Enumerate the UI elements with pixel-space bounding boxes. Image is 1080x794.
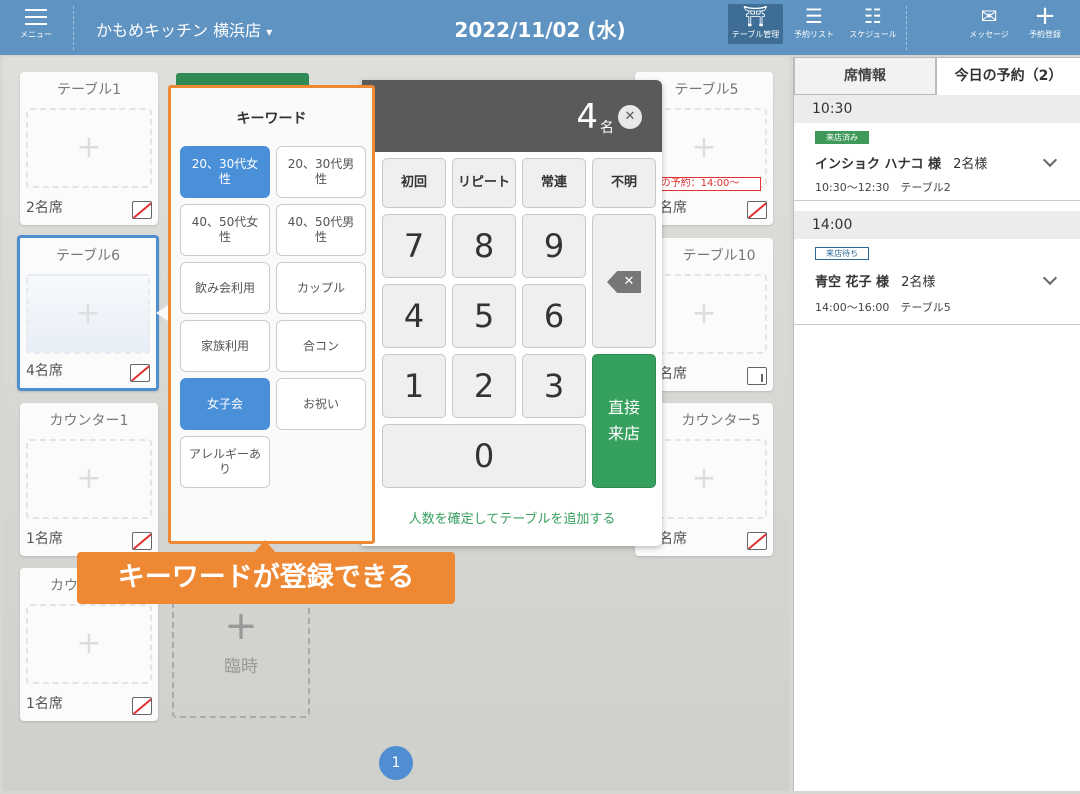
tab-today-reservations[interactable]: 今日の予約（2） xyxy=(936,57,1080,95)
message-button[interactable]: ✉ メッセージ xyxy=(962,4,1016,44)
caret-down-icon: ▾ xyxy=(266,25,273,39)
close-icon[interactable]: ✕ xyxy=(618,105,642,129)
reservation-item[interactable]: 来店済み インショク ハナコ 様 2名様 10:30～12:30 テーブル2 xyxy=(794,123,1080,201)
guest-name: インショク ハナコ 様 2名様 xyxy=(815,157,988,172)
backspace-icon: ✕ xyxy=(607,271,641,293)
no-smoking-icon xyxy=(132,532,152,550)
popover-pointer xyxy=(156,305,168,321)
keyword-chip[interactable]: 家族利用 xyxy=(180,320,270,372)
add-icon[interactable]: + xyxy=(26,274,150,354)
digit-2[interactable]: 2 xyxy=(452,354,516,418)
no-smoking-icon xyxy=(747,201,767,219)
keyword-chip[interactable]: 20、30代男性 xyxy=(276,146,366,198)
sidebar-tabs: 席情報 今日の予約（2） xyxy=(794,57,1080,95)
keyword-chip[interactable]: 女子会 xyxy=(180,378,270,430)
digit-8[interactable]: 8 xyxy=(452,214,516,278)
plus-icon: + xyxy=(1034,1,1056,31)
hamburger-icon xyxy=(25,9,47,25)
add-icon[interactable]: + xyxy=(26,439,152,519)
backspace-button[interactable]: ✕ xyxy=(592,214,656,348)
time-slot-header: 14:00 xyxy=(794,211,1080,239)
feature-callout: キーワードが登録できる xyxy=(77,552,455,604)
category-first-visit[interactable]: 初回 xyxy=(382,158,446,208)
keyword-chip[interactable]: お祝い xyxy=(276,378,366,430)
keyword-chip[interactable]: 飲み会利用 xyxy=(180,262,270,314)
digit-7[interactable]: 7 xyxy=(382,214,446,278)
status-badge: 来店待ち xyxy=(815,247,869,260)
guest-count-numpad: 4 名 ✕ 初回 リピート 常連 不明 7 8 9 ✕ 4 5 6 1 2 3 … xyxy=(362,80,662,546)
digit-4[interactable]: 4 xyxy=(382,284,446,348)
category-unknown[interactable]: 不明 xyxy=(592,158,656,208)
reservation-item[interactable]: 来店待ち 青空 花子 様 2名様 14:00～16:00 テーブル5 xyxy=(794,239,1080,325)
status-badge: 来店済み xyxy=(815,131,869,144)
table-card[interactable]: カウンター1 + 1名席 xyxy=(20,403,158,556)
menu-button[interactable]: メニュー xyxy=(14,9,58,40)
add-icon[interactable]: + xyxy=(26,108,152,188)
divider xyxy=(73,6,74,50)
chevron-down-icon[interactable] xyxy=(1042,152,1058,168)
category-regular[interactable]: 常連 xyxy=(522,158,586,208)
keyword-chip[interactable]: 40、50代女性 xyxy=(180,204,270,256)
top-bar: メニュー かもめキッチン 横浜店 ▾ 2022/11/02 (水) ⛩ テーブル… xyxy=(0,0,1080,55)
digit-6[interactable]: 6 xyxy=(522,284,586,348)
add-icon[interactable]: + xyxy=(26,604,152,684)
table-icon: ⛩ xyxy=(742,4,769,28)
store-selector[interactable]: かもめキッチン 横浜店 ▾ xyxy=(96,17,272,41)
menu-label: メニュー xyxy=(20,30,52,39)
store-name: かもめキッチン 横浜店 xyxy=(96,21,262,40)
divider xyxy=(906,6,907,50)
chevron-down-icon[interactable] xyxy=(1042,270,1058,286)
keyword-panel: キーワード 20、30代女性 20、30代男性 40、50代女性 40、50代男… xyxy=(168,85,375,544)
digit-5[interactable]: 5 xyxy=(452,284,516,348)
smoking-icon xyxy=(747,367,767,385)
no-smoking-icon xyxy=(747,532,767,550)
tab-seat-info[interactable]: 席情報 xyxy=(794,57,936,95)
page-indicator[interactable]: 1 xyxy=(379,746,413,780)
schedule-button[interactable]: ☷ スケジュール xyxy=(844,4,902,44)
no-smoking-icon xyxy=(132,697,152,715)
table-manage-button[interactable]: ⛩ テーブル管理 xyxy=(728,4,783,44)
reservation-time: 10:30～12:30 テーブル2 xyxy=(815,181,951,194)
list-icon: ☰ xyxy=(805,4,823,28)
plus-icon: + xyxy=(224,603,258,649)
guest-count-unit: 名 xyxy=(600,120,614,136)
no-smoking-icon xyxy=(130,364,150,382)
digit-1[interactable]: 1 xyxy=(382,354,446,418)
schedule-icon: ☷ xyxy=(864,4,882,28)
confirm-count-link[interactable]: 人数を確定してテーブルを追加する xyxy=(362,508,662,527)
digit-9[interactable]: 9 xyxy=(522,214,586,278)
category-repeat[interactable]: リピート xyxy=(452,158,516,208)
keyword-chip[interactable]: 40、50代男性 xyxy=(276,204,366,256)
reservation-list-button[interactable]: ☰ 予約リスト xyxy=(789,4,839,44)
mail-icon: ✉ xyxy=(980,4,998,28)
keyword-chip[interactable]: アレルギーあり xyxy=(180,436,270,488)
digit-3[interactable]: 3 xyxy=(522,354,586,418)
direct-walk-in-button[interactable]: 直接 来店 xyxy=(592,354,656,488)
reservation-time: 14:00～16:00 テーブル5 xyxy=(815,301,951,314)
new-reservation-button[interactable]: + 予約登録 xyxy=(1022,1,1068,44)
guest-count-display: 4 xyxy=(576,97,598,137)
keyword-title: キーワード xyxy=(236,111,307,127)
reservation-sidebar: 席情報 今日の予約（2） 10:30 来店済み インショク ハナコ 様 2名様 1… xyxy=(793,57,1080,791)
numpad-header: 4 名 ✕ xyxy=(362,80,662,152)
keyword-chip[interactable]: 20、30代女性 xyxy=(180,146,270,198)
time-slot-header: 10:30 xyxy=(794,95,1080,123)
digit-0[interactable]: 0 xyxy=(382,424,586,488)
guest-name: 青空 花子 様 2名様 xyxy=(815,275,936,290)
table-card[interactable]: テーブル1 + 2名席 xyxy=(20,72,158,225)
table-card-selected[interactable]: テーブル6 + 4名席 xyxy=(17,235,159,391)
keyword-chip[interactable]: カップル xyxy=(276,262,366,314)
no-smoking-icon xyxy=(132,201,152,219)
keyword-chip[interactable]: 合コン xyxy=(276,320,366,372)
